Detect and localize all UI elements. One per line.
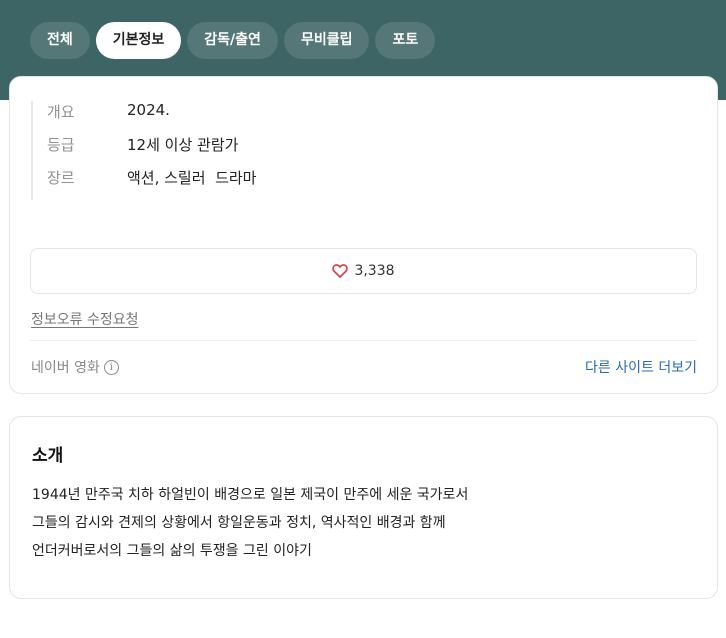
info-value: 12세 이상 관람가 <box>127 136 239 154</box>
intro-line: 1944년 만주국 치하 하얼빈이 배경으로 일본 제국이 만주에 세운 국가로… <box>32 487 469 503</box>
info-row-rating: 등급 12세 이상 관람가 <box>47 134 256 167</box>
more-sites-link[interactable]: 다른 사이트 더보기 <box>585 357 697 377</box>
intro-title: 소개 <box>32 446 64 466</box>
basic-info-card: 개요 2024. 등급 12세 이상 관람가 장르 액션, 스릴러 드라마 3,… <box>9 76 718 394</box>
info-value: 액션, 스릴러 드라마 <box>127 169 257 187</box>
info-icon[interactable]: i <box>103 359 119 375</box>
heart-outline-icon <box>332 264 349 278</box>
source-name: 네이버 영화 <box>31 360 100 376</box>
info-row-overview: 개요 2024. <box>47 101 256 134</box>
tab-all[interactable]: 전체 <box>30 22 90 59</box>
tab-basic-info[interactable]: 기본정보 <box>95 22 182 59</box>
tab-bar: 전체 기본정보 감독/출연 무비클립 포토 <box>30 22 436 59</box>
intro-card: 소개 1944년 만주국 치하 하얼빈이 배경으로 일본 제국이 만주에 세운 … <box>9 416 718 599</box>
like-count: 3,338 <box>354 263 395 279</box>
source-label: 네이버 영화 i <box>31 357 119 377</box>
intro-body: 1944년 만주국 치하 하얼빈이 배경으로 일본 제국이 만주에 세운 국가로… <box>32 481 468 565</box>
info-value: 2024. <box>127 101 170 119</box>
intro-line: 언더커버로서의 그들의 삶의 투쟁을 그린 이야기 <box>32 543 312 559</box>
info-row-genre: 장르 액션, 스릴러 드라마 <box>47 167 256 200</box>
tab-cast[interactable]: 감독/출연 <box>187 22 278 59</box>
divider <box>30 340 697 341</box>
intro-line: 그들의 감시와 견제의 상황에서 항일운동과 정치, 역사적인 배경과 함께 <box>32 515 446 531</box>
info-label: 등급 <box>47 136 75 154</box>
tab-movie-clip[interactable]: 무비클립 <box>283 22 370 59</box>
info-label: 개요 <box>47 103 75 121</box>
tab-photo[interactable]: 포토 <box>375 22 436 59</box>
info-list: 개요 2024. 등급 12세 이상 관람가 장르 액션, 스릴러 드라마 <box>31 101 256 200</box>
like-button[interactable]: 3,338 <box>30 248 697 294</box>
info-label: 장르 <box>47 169 75 187</box>
error-report-link[interactable]: 정보오류 수정요청 <box>31 309 139 329</box>
